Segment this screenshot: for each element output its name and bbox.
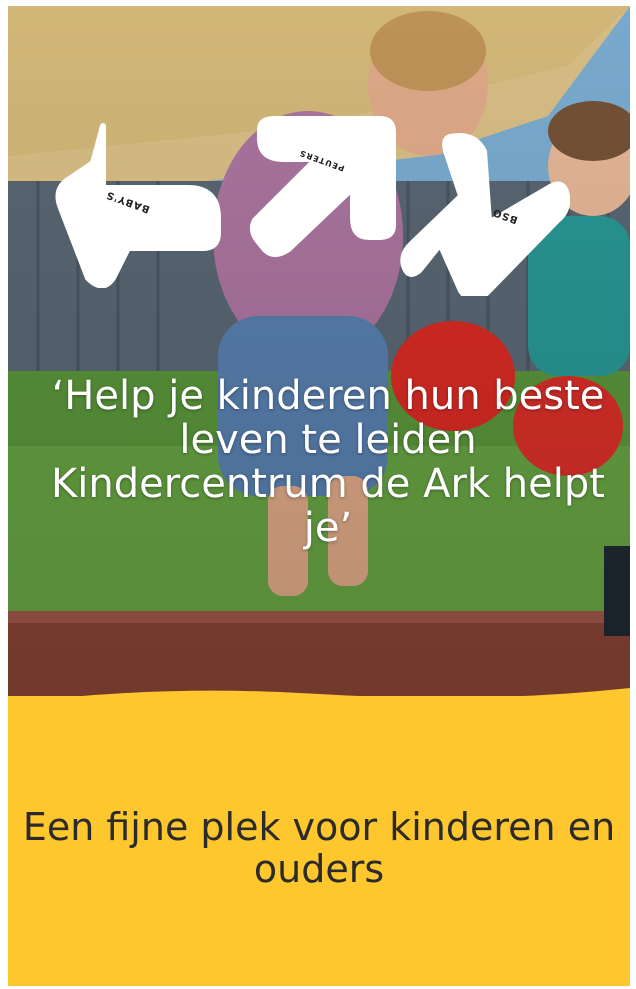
nav-peuters-button[interactable]: PEUTERS xyxy=(244,110,414,280)
nav-bso-button[interactable]: BSO xyxy=(400,126,570,296)
page-frame: BABY'S PEUTERS BSO ‘Help je kinderen hun… xyxy=(8,6,630,986)
hero-section: BABY'S PEUTERS BSO ‘Help je kinderen hun… xyxy=(8,6,630,706)
arrow-up-right-icon xyxy=(249,116,396,257)
hero-quote: ‘Help je kinderen hun beste leven te lei… xyxy=(51,373,605,551)
nav-babys-button[interactable]: BABY'S xyxy=(53,118,223,288)
arrow-up-right-icon xyxy=(400,133,570,296)
intro-tagline: Een fijne plek voor kinderen en ouders xyxy=(22,805,616,891)
